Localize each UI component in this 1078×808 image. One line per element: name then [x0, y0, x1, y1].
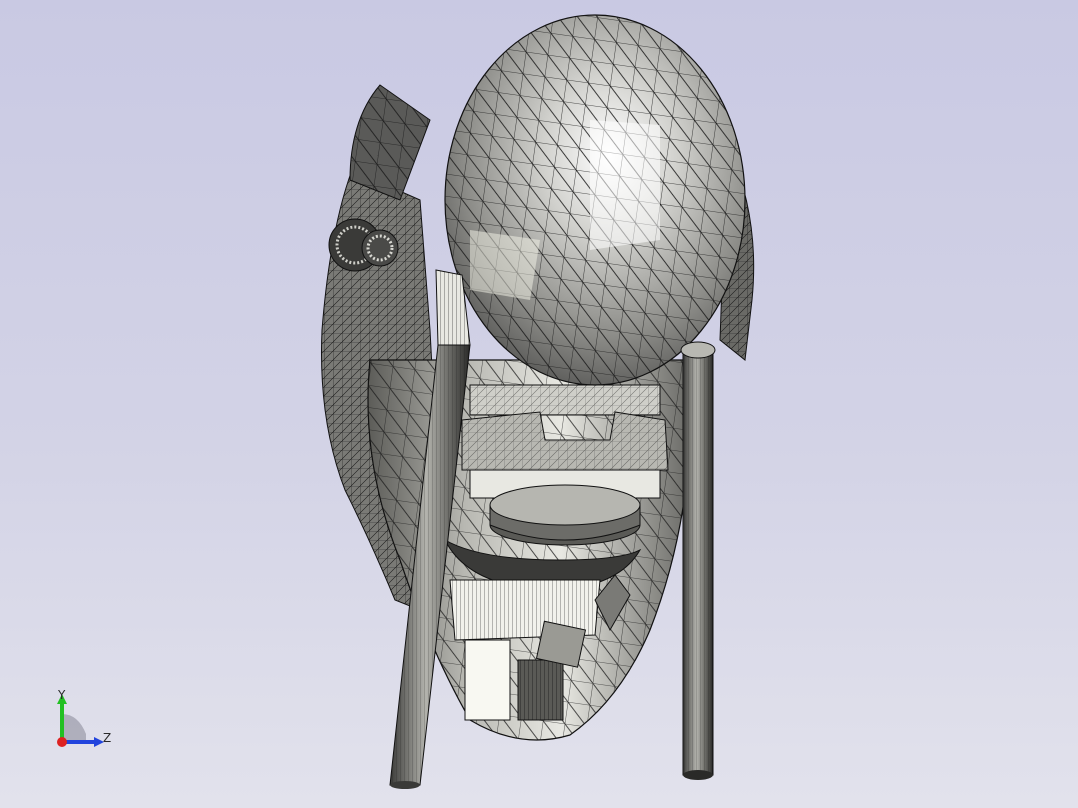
cranium-dome	[444, 14, 746, 386]
y-axis-label: Y	[58, 688, 66, 702]
z-axis-label: Z	[103, 731, 112, 745]
orientation-triad[interactable]: Y Z	[48, 684, 118, 754]
right-rod	[680, 341, 716, 780]
graphics-viewport[interactable]: Y Z	[0, 0, 1078, 808]
robot-head-model[interactable]	[0, 0, 1078, 808]
